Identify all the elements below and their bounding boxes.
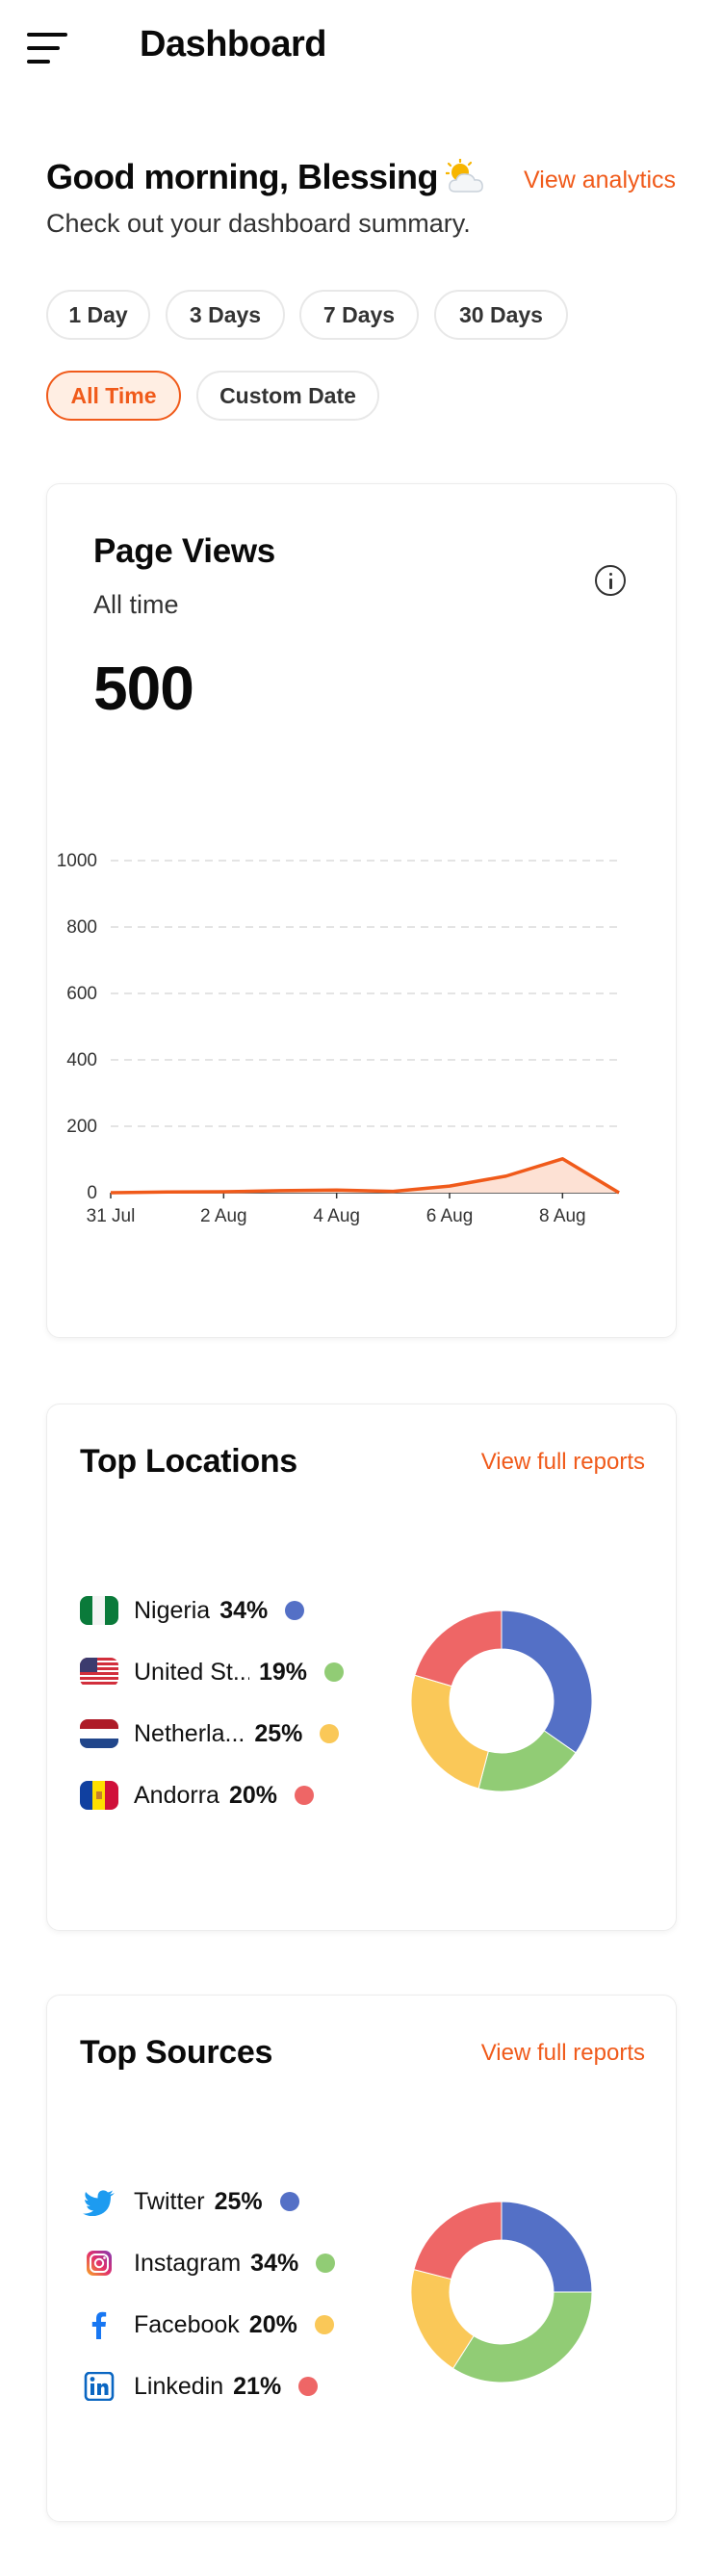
donut-slice xyxy=(414,1610,503,1687)
twitter-icon xyxy=(80,2187,118,2216)
hamburger-menu-icon[interactable] xyxy=(27,33,67,64)
location-name: Andorra xyxy=(134,1781,219,1809)
y-tick-label: 800 xyxy=(66,917,97,938)
top-sources-donut-chart xyxy=(410,2201,593,2383)
location-percent: 25% xyxy=(254,1719,303,1747)
page-views-card: Page Views All time 500 0 200 400 600 800 100… xyxy=(46,483,677,1338)
donut-slice xyxy=(451,2291,593,2383)
top-locations-view-reports-link[interactable]: View full reports xyxy=(481,1449,645,1476)
source-percent: 25% xyxy=(214,2187,263,2215)
page-title: Dashboard xyxy=(140,24,326,64)
source-item-twitter: Twitter 25% xyxy=(80,2182,299,2221)
usa-flag-icon xyxy=(80,1658,118,1687)
y-tick-label: 1000 xyxy=(57,851,97,871)
legend-dot-blue xyxy=(285,1601,305,1620)
legend-dot-blue xyxy=(279,2192,299,2211)
filter-all-time[interactable]: All Time xyxy=(46,371,181,421)
top-sources-card: Top Sources View full reports Twitter 25… xyxy=(46,1995,677,2522)
top-sources-view-reports-link[interactable]: View full reports xyxy=(481,2040,645,2067)
page-views-value: 500 xyxy=(93,654,194,723)
x-tick-label: 6 Aug xyxy=(426,1206,474,1226)
x-tick-label: 8 Aug xyxy=(539,1206,586,1226)
donut-slice xyxy=(413,2201,503,2280)
view-analytics-link[interactable]: View analytics xyxy=(524,167,676,194)
location-item-united-states: United St... 19% xyxy=(80,1653,345,1691)
donut-slice xyxy=(410,1674,489,1790)
location-item-netherlands: Netherla... 25% xyxy=(80,1714,340,1753)
donut-slice xyxy=(501,1610,593,1754)
y-tick-label: 600 xyxy=(66,984,97,1004)
top-locations-donut-chart xyxy=(410,1610,593,1792)
legend-dot-green xyxy=(316,2254,336,2273)
top-bar: Dashboard xyxy=(0,0,722,96)
legend-dot-green xyxy=(324,1662,345,1682)
location-percent: 34% xyxy=(219,1596,269,1624)
filter-custom-date[interactable]: Custom Date xyxy=(196,371,379,421)
location-item-andorra: Andorra 20% xyxy=(80,1776,314,1815)
y-tick-label: 200 xyxy=(66,1117,97,1137)
location-percent: 20% xyxy=(228,1781,277,1809)
filter-3-days[interactable]: 3 Days xyxy=(166,290,285,340)
x-tick-label: 4 Aug xyxy=(313,1206,360,1226)
top-locations-card: Top Locations View full reports Nigeria … xyxy=(46,1404,677,1931)
location-name: Netherla... xyxy=(134,1719,245,1747)
source-name: Facebook xyxy=(134,2310,240,2338)
source-percent: 21% xyxy=(233,2372,282,2400)
source-name: Instagram xyxy=(134,2249,242,2277)
page-views-chart: 0 200 400 600 800 1000 31 Jul 2 Aug 4 Aug 6 Aug 8 … xyxy=(57,851,620,1226)
top-locations-title: Top Locations xyxy=(80,1443,297,1480)
source-item-instagram: Instagram 34% xyxy=(80,2244,336,2282)
info-icon[interactable] xyxy=(595,565,626,596)
instagram-icon xyxy=(80,2249,118,2278)
legend-dot-yellow xyxy=(314,2315,334,2334)
greeting-text: Good morning, Blessing xyxy=(46,157,439,196)
y-tick-label: 0 xyxy=(87,1183,97,1203)
nigeria-flag-icon xyxy=(80,1596,118,1625)
source-item-facebook: Facebook 20% xyxy=(80,2306,334,2344)
page-views-period: All time xyxy=(93,590,179,619)
linkedin-icon xyxy=(80,2372,118,2401)
facebook-icon xyxy=(80,2310,118,2339)
source-item-linkedin: Linkedin 21% xyxy=(80,2367,319,2406)
andorra-flag-icon xyxy=(80,1781,118,1810)
x-tick-label: 31 Jul xyxy=(87,1206,136,1226)
source-name: Twitter xyxy=(134,2187,205,2215)
legend-dot-red xyxy=(298,2377,319,2396)
legend-dot-red xyxy=(295,1786,314,1805)
source-name: Linkedin xyxy=(134,2372,224,2400)
greeting-subtitle: Check out your dashboard summary. xyxy=(46,209,471,238)
filter-1-day[interactable]: 1 Day xyxy=(46,290,150,340)
page-views-title: Page Views xyxy=(93,532,275,570)
netherlands-flag-icon xyxy=(80,1719,118,1748)
source-percent: 20% xyxy=(248,2310,297,2338)
x-tick-label: 2 Aug xyxy=(200,1206,247,1226)
y-tick-label: 400 xyxy=(66,1050,97,1070)
location-name: Nigeria xyxy=(134,1596,211,1624)
source-percent: 34% xyxy=(250,2249,299,2277)
donut-slice xyxy=(501,2201,593,2293)
location-item-nigeria: Nigeria 34% xyxy=(80,1591,305,1630)
sun-behind-cloud-icon xyxy=(445,158,486,195)
filter-7-days[interactable]: 7 Days xyxy=(299,290,419,340)
location-name: United St... xyxy=(134,1658,249,1686)
top-sources-title: Top Sources xyxy=(80,2034,273,2071)
filter-30-days[interactable]: 30 Days xyxy=(434,290,568,340)
legend-dot-yellow xyxy=(320,1724,340,1743)
location-percent: 19% xyxy=(259,1658,308,1686)
greeting: Good morning, Blessing xyxy=(46,157,486,197)
